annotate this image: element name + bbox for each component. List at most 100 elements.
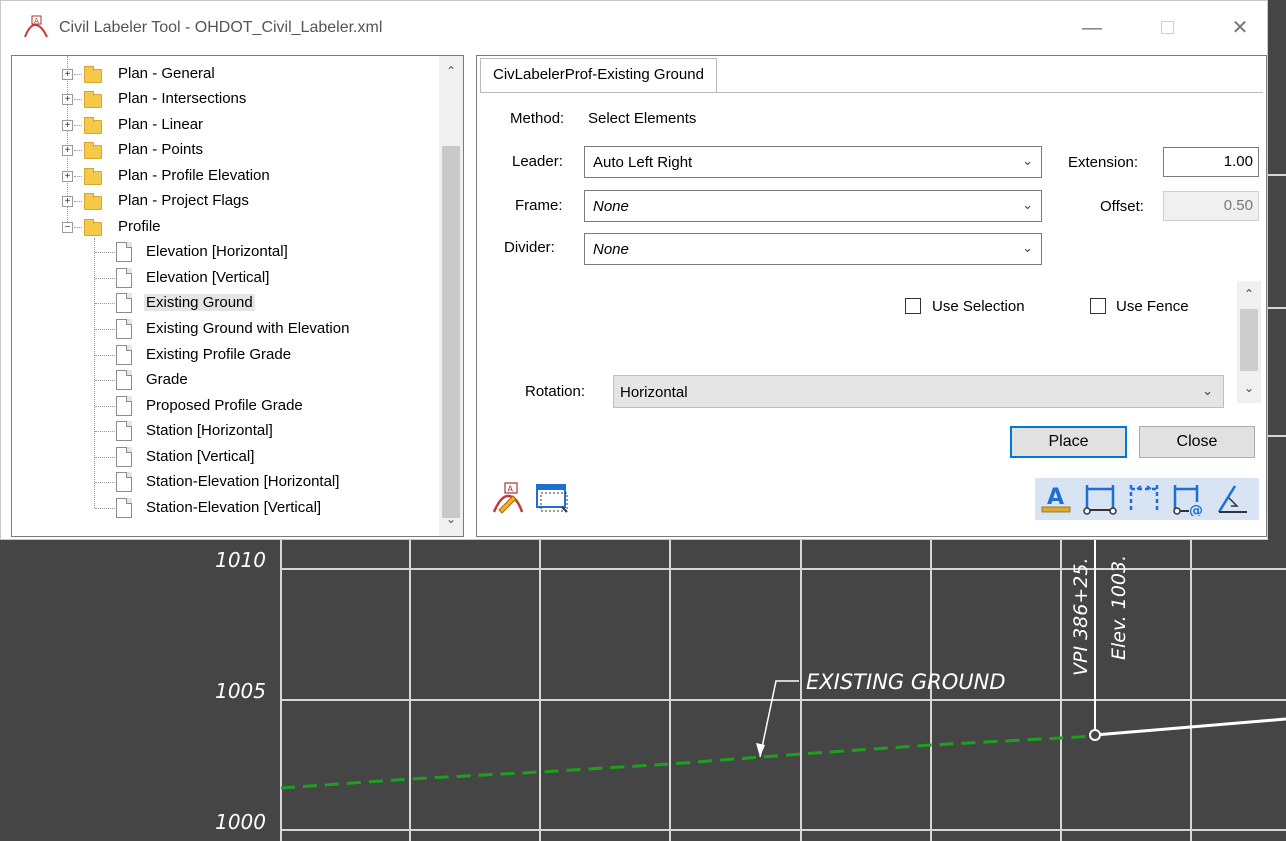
leader-value: Auto Left Right bbox=[593, 154, 693, 171]
scroll-up-icon[interactable]: ⌃ bbox=[1237, 287, 1261, 301]
expand-icon[interactable]: + bbox=[62, 145, 73, 156]
tree-item-proposed-profile-grade[interactable]: Proposed Profile Grade bbox=[12, 396, 432, 416]
y-label-1010: 1010 bbox=[215, 548, 266, 572]
scroll-up-icon[interactable]: ⌃ bbox=[439, 64, 463, 84]
tree-item-existing-profile-grade[interactable]: Existing Profile Grade bbox=[12, 345, 432, 365]
scroll-thumb[interactable] bbox=[442, 146, 460, 518]
divider-value: None bbox=[593, 241, 629, 258]
document-icon bbox=[116, 268, 132, 288]
dimension-at-icon[interactable]: @ bbox=[1171, 482, 1205, 516]
tree-item-station-vertical[interactable]: Station [Vertical] bbox=[12, 447, 432, 467]
tree-folder-plan-intersections[interactable]: + Plan - Intersections bbox=[12, 89, 432, 109]
tree-item-label: Plan - Project Flags bbox=[118, 192, 249, 209]
expand-icon[interactable]: + bbox=[62, 120, 73, 131]
tree-item-elevation-horizontal[interactable]: Elevation [Horizontal] bbox=[12, 242, 432, 262]
divider-label: Divider: bbox=[504, 239, 555, 256]
dimension-station-icon[interactable] bbox=[1083, 482, 1117, 516]
expand-icon[interactable]: + bbox=[62, 196, 73, 207]
divider-dropdown[interactable]: None ⌄ bbox=[584, 233, 1042, 265]
expand-icon[interactable]: + bbox=[62, 69, 73, 80]
title-bar[interactable]: A Civil Labeler Tool - OHDOT_Civil_Label… bbox=[1, 1, 1267, 53]
tree-item-label: Existing Ground with Elevation bbox=[146, 320, 350, 337]
folder-icon bbox=[84, 193, 102, 210]
rotation-value: Horizontal bbox=[620, 384, 688, 401]
tree-folder-plan-general[interactable]: + Plan - General bbox=[12, 64, 432, 84]
rotation-dropdown[interactable]: Horizontal ⌄ bbox=[613, 375, 1224, 408]
maximize-button[interactable] bbox=[1144, 13, 1190, 43]
use-selection-checkbox[interactable] bbox=[905, 298, 921, 314]
rotation-label: Rotation: bbox=[525, 383, 586, 400]
offset-input[interactable]: 0.50 bbox=[1163, 191, 1259, 221]
method-label: Method: bbox=[510, 110, 565, 127]
tree-item-label: Grade bbox=[146, 371, 188, 388]
label-pen-icon[interactable]: A bbox=[491, 481, 525, 515]
label-mode-toolbar: A @ bbox=[1035, 478, 1259, 520]
document-icon bbox=[116, 498, 132, 518]
slope-label-icon[interactable] bbox=[1215, 482, 1249, 516]
collapse-icon[interactable]: − bbox=[62, 222, 73, 233]
vpi-text: VPI 386+25. bbox=[1070, 558, 1092, 677]
tree-item-existing-ground-with-elevation[interactable]: Existing Ground with Elevation bbox=[12, 319, 432, 339]
tree-item-grade[interactable]: Grade bbox=[12, 370, 432, 390]
document-icon bbox=[116, 319, 132, 339]
document-icon bbox=[116, 447, 132, 467]
tree-item-label: Elevation [Horizontal] bbox=[146, 243, 288, 260]
expand-icon[interactable]: + bbox=[62, 171, 73, 182]
tree-scrollbar[interactable]: ⌃ ⌄ bbox=[439, 56, 463, 536]
text-label-icon[interactable]: A bbox=[1039, 482, 1073, 516]
document-icon bbox=[116, 345, 132, 365]
leader-dropdown[interactable]: Auto Left Right ⌄ bbox=[584, 146, 1042, 178]
settings-scrollbar[interactable]: ⌃ ⌄ bbox=[1237, 281, 1261, 403]
method-value: Select Elements bbox=[588, 110, 697, 127]
tab-body: Method: Select Elements Leader: Auto Lef… bbox=[480, 92, 1263, 534]
tree-item-existing-ground[interactable]: Existing Ground bbox=[12, 293, 432, 313]
use-fence-label: Use Fence bbox=[1116, 298, 1189, 315]
annotation-text: EXISTING GROUND bbox=[806, 670, 1006, 694]
tree-item-station-elevation-horizontal[interactable]: Station-Elevation [Horizontal] bbox=[12, 472, 432, 492]
chevron-down-icon: ⌄ bbox=[1022, 153, 1033, 168]
document-icon bbox=[116, 242, 132, 262]
dimension-range-icon[interactable] bbox=[1127, 482, 1161, 516]
tree-folder-plan-points[interactable]: + Plan - Points bbox=[12, 140, 432, 160]
tree-item-label: Profile bbox=[118, 218, 161, 235]
scroll-down-icon[interactable]: ⌄ bbox=[439, 512, 463, 532]
place-button[interactable]: Place bbox=[1010, 426, 1127, 458]
document-icon bbox=[116, 370, 132, 390]
svg-text:@: @ bbox=[1189, 503, 1203, 516]
svg-text:A: A bbox=[1047, 485, 1064, 510]
tree-item-label: Station-Elevation [Vertical] bbox=[146, 499, 322, 516]
tree-item-station-horizontal[interactable]: Station [Horizontal] bbox=[12, 421, 432, 441]
tree-item-station-elevation-vertical[interactable]: Station-Elevation [Vertical] bbox=[12, 498, 432, 518]
document-icon bbox=[116, 396, 132, 416]
tab-existing-ground[interactable]: CivLabelerProf-Existing Ground bbox=[480, 58, 717, 92]
extension-input[interactable]: 1.00 bbox=[1163, 147, 1259, 177]
close-window-button[interactable]: ✕ bbox=[1217, 13, 1263, 43]
extension-label: Extension: bbox=[1068, 154, 1139, 171]
expand-icon[interactable]: + bbox=[62, 94, 73, 105]
chevron-down-icon: ⌄ bbox=[1022, 240, 1033, 255]
y-label-1005: 1005 bbox=[215, 679, 266, 703]
minimize-button[interactable]: — bbox=[1069, 13, 1115, 43]
frame-dropdown[interactable]: None ⌄ bbox=[584, 190, 1042, 222]
tree-folder-profile[interactable]: − Profile bbox=[12, 217, 432, 237]
scroll-thumb[interactable] bbox=[1240, 309, 1258, 371]
close-button[interactable]: Close bbox=[1139, 426, 1255, 458]
svg-text:A: A bbox=[34, 17, 39, 25]
tree-item-label: Plan - Points bbox=[118, 141, 204, 158]
select-window-icon[interactable] bbox=[535, 481, 569, 515]
tree-folder-plan-project-flags[interactable]: + Plan - Project Flags bbox=[12, 191, 432, 211]
tree-folder-plan-profile-elevation[interactable]: + Plan - Profile Elevation bbox=[12, 166, 432, 186]
elev-text: Elev. 1003. bbox=[1108, 555, 1130, 660]
scroll-down-icon[interactable]: ⌄ bbox=[1237, 381, 1261, 395]
tree-item-elevation-vertical[interactable]: Elevation [Vertical] bbox=[12, 268, 432, 288]
frame-label: Frame: bbox=[515, 197, 563, 214]
tree-folder-plan-linear[interactable]: + Plan - Linear bbox=[12, 115, 432, 135]
use-fence-checkbox[interactable] bbox=[1090, 298, 1106, 314]
tree-item-label: Existing Ground bbox=[144, 294, 255, 311]
tree-item-label: Existing Profile Grade bbox=[146, 346, 292, 363]
label-tree[interactable]: + Plan - General + Plan - Intersections … bbox=[11, 55, 464, 537]
folder-icon bbox=[84, 117, 102, 134]
folder-icon bbox=[84, 142, 102, 159]
y-label-1000: 1000 bbox=[215, 810, 266, 834]
tree-item-label: Elevation [Vertical] bbox=[146, 269, 270, 286]
